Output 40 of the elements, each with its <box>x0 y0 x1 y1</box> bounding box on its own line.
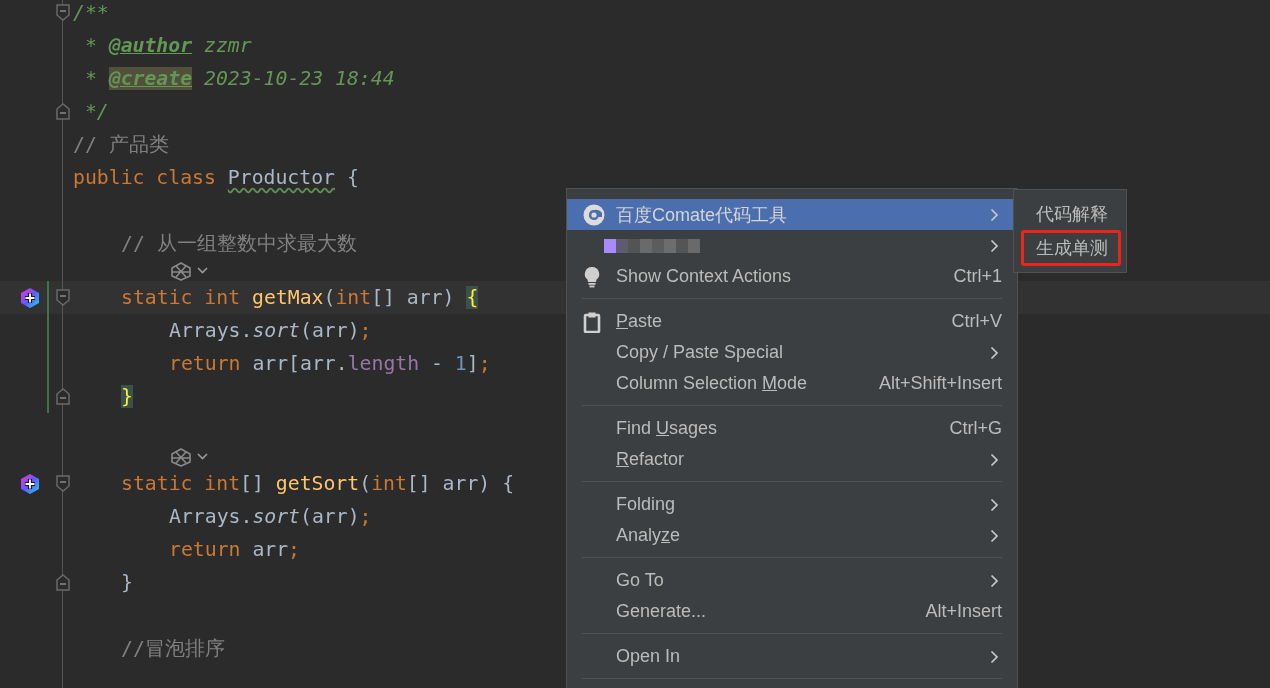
shortcut-label: Alt+Insert <box>925 601 1002 622</box>
code-line: /** <box>73 0 109 26</box>
menu-item[interactable]: 代码解释 <box>1021 199 1121 230</box>
code-line: return arr[arr.length - 1]; <box>169 350 491 377</box>
menu-item[interactable]: Refactor <box>567 444 1017 475</box>
code-line: } <box>121 569 133 596</box>
code-line: * @create 2023-10-23 18:44 <box>83 65 395 92</box>
shortcut-label: Ctrl+1 <box>953 266 1002 287</box>
code-line: static int getMax(int[] arr) { <box>121 284 479 311</box>
code-line: Arrays.sort(arr); <box>169 317 372 344</box>
menu-item[interactable]: Generate... Alt+Insert <box>567 596 1017 627</box>
menu-item[interactable]: Paste Ctrl+V <box>567 306 1017 337</box>
code-line: // 产品类 <box>73 131 169 158</box>
code-line: public class Productor { <box>73 164 359 191</box>
menu-item[interactable]: Analyze <box>567 520 1017 551</box>
code-line: */ <box>83 98 109 125</box>
lightbulb-icon <box>583 265 601 288</box>
shortcut-label: Ctrl+V <box>951 311 1002 332</box>
menu-item[interactable]: Find Usages Ctrl+G <box>567 413 1017 444</box>
code-line: return arr; <box>169 536 301 563</box>
chevron-down-icon <box>197 267 208 274</box>
menu-item[interactable]: 生成单测 <box>1021 230 1121 266</box>
menu-item[interactable]: Copy / Paste Special <box>567 337 1017 368</box>
menu-item[interactable]: Folding <box>567 489 1017 520</box>
menu-item[interactable]: Show Context Actions Ctrl+1 <box>567 261 1017 292</box>
code-line: Arrays.sort(arr); <box>169 503 372 530</box>
shortcut-label: Alt+Shift+Insert <box>878 373 1002 394</box>
chevron-down-icon <box>197 453 208 460</box>
shortcut-label: Ctrl+G <box>949 418 1002 439</box>
ai-hint-icon <box>169 260 193 281</box>
c-logo-icon <box>583 203 605 226</box>
code-line: //冒泡排序 <box>121 635 225 662</box>
code-line: * @author zzmr <box>83 32 252 59</box>
menu-item[interactable]: Open In <box>567 641 1017 672</box>
menu-item[interactable]: Column Selection Mode Alt+Shift+Insert <box>567 368 1017 399</box>
code-line: static int[] getSort(int[] arr) { <box>121 470 515 497</box>
ai-hint-icon <box>169 446 193 467</box>
menu-item[interactable]: Go To <box>567 565 1017 596</box>
code-line: // 从一组整数中求最大数 <box>121 230 357 257</box>
clipboard-icon <box>583 310 601 333</box>
